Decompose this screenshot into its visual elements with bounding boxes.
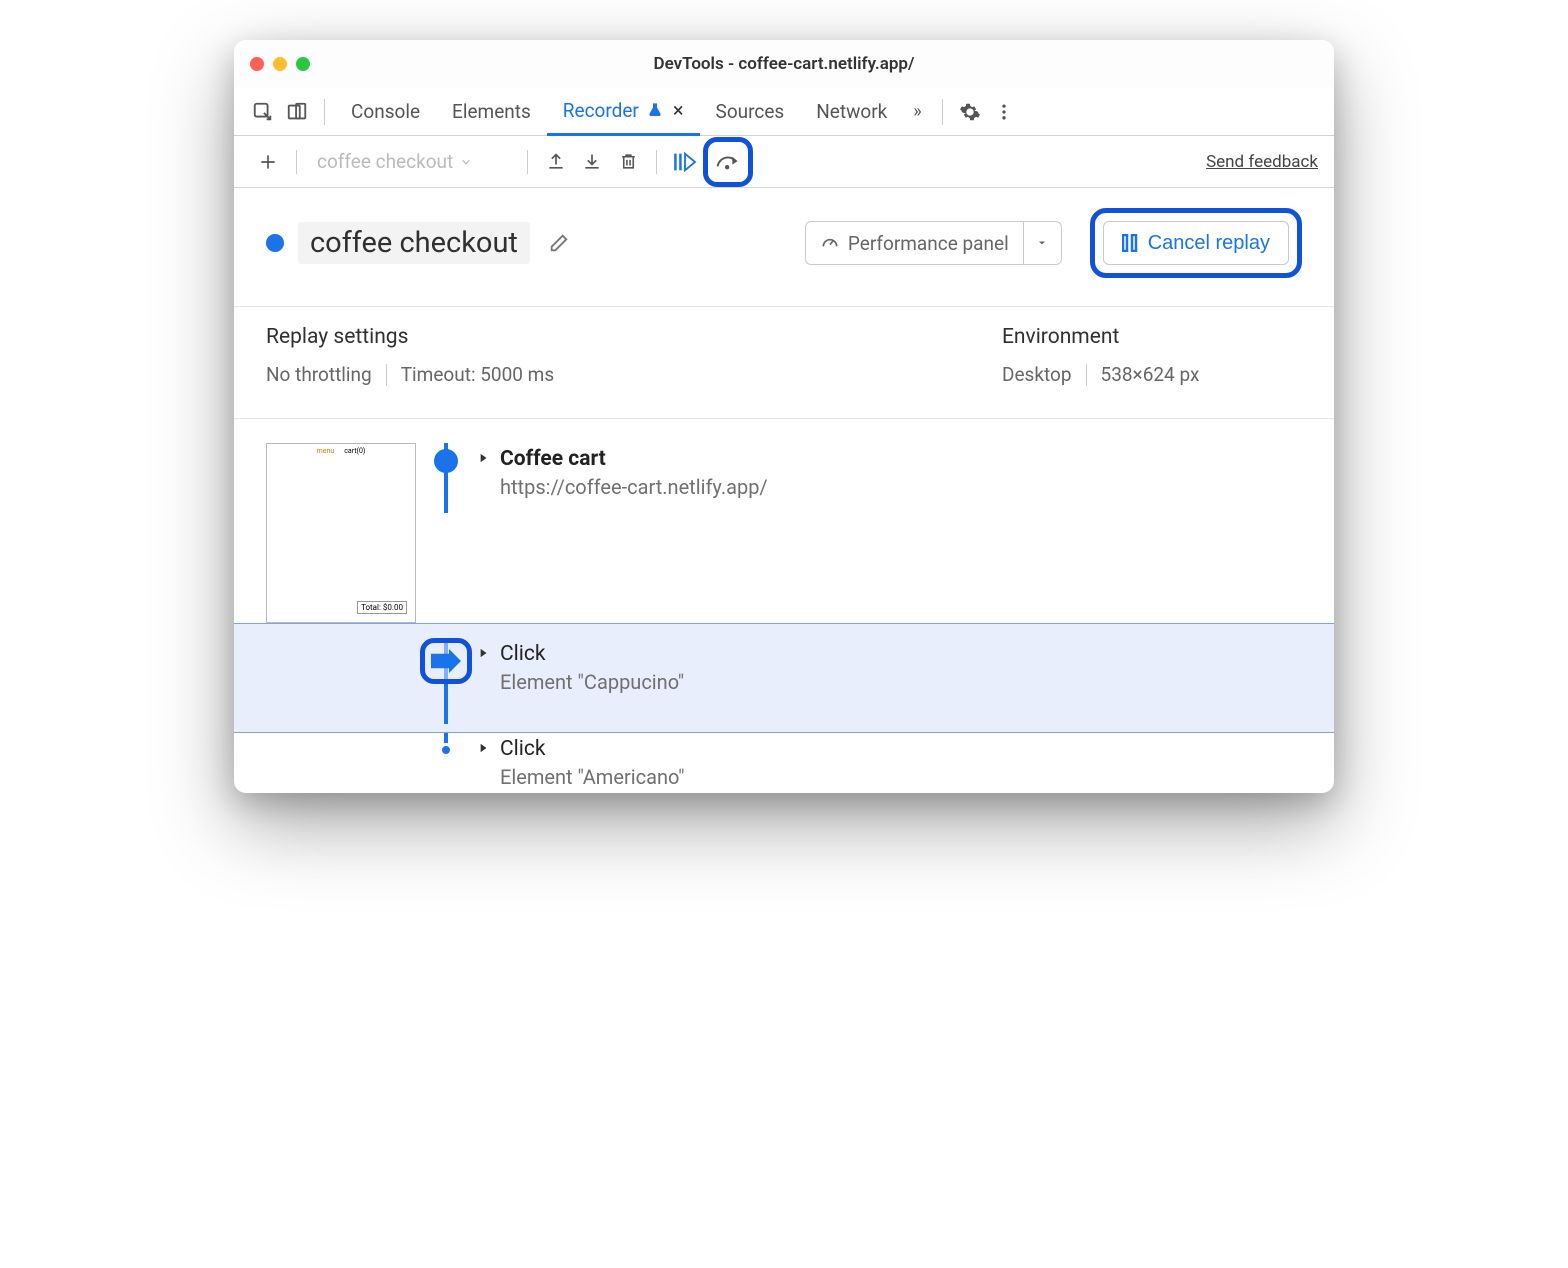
more-tabs-icon[interactable]: » (903, 101, 931, 122)
step-row[interactable]: Click Element "Americano" (266, 733, 1302, 793)
current-step-arrow-icon (431, 649, 461, 673)
recorder-toolbar: coffee checkout Send feedback (234, 136, 1334, 188)
current-step-highlight (420, 638, 472, 684)
chevron-down-icon[interactable] (1023, 222, 1061, 264)
expand-step-icon[interactable] (476, 451, 490, 465)
tab-recorder[interactable]: Recorder × (547, 88, 700, 136)
divider (296, 150, 297, 174)
step-over-highlight (703, 137, 753, 187)
flask-icon (647, 102, 663, 118)
tab-console[interactable]: Console (335, 88, 436, 136)
device-value: Desktop (1002, 363, 1072, 386)
gauge-icon (820, 233, 840, 253)
timeout-value[interactable]: Timeout: 5000 ms (401, 363, 554, 386)
devtools-window: DevTools - coffee-cart.netlify.app/ Cons… (234, 40, 1334, 793)
divider (656, 150, 657, 174)
divider (324, 99, 325, 125)
settings-gear-icon[interactable] (953, 95, 987, 129)
window-title: DevTools - coffee-cart.netlify.app/ (234, 54, 1334, 74)
device-toggle-icon[interactable] (280, 95, 314, 129)
step-subtitle: https://coffee-cart.netlify.app/ (500, 475, 768, 499)
panel-tabs: Console Elements Recorder × Sources Netw… (234, 88, 1334, 136)
recording-title[interactable]: coffee checkout (298, 222, 530, 264)
add-recording-icon[interactable] (250, 144, 286, 180)
tab-elements[interactable]: Elements (436, 88, 547, 136)
replay-settings-group: Replay settings No throttling Timeout: 5… (266, 325, 942, 386)
steps-list: menucart(0) Total: $0.00 Coffee cart htt… (234, 419, 1334, 793)
timeline-step-marker (439, 743, 453, 757)
throttling-value[interactable]: No throttling (266, 363, 372, 386)
export-icon[interactable] (538, 144, 574, 180)
expand-step-icon[interactable] (476, 741, 490, 755)
recording-status-dot (266, 234, 284, 252)
chevron-down-icon (459, 155, 473, 169)
replay-settings-heading: Replay settings (266, 325, 942, 349)
delete-icon[interactable] (610, 144, 646, 180)
minimize-window-button[interactable] (273, 57, 287, 71)
import-icon[interactable] (574, 144, 610, 180)
close-window-button[interactable] (250, 57, 264, 71)
inspect-element-icon[interactable] (246, 95, 280, 129)
step-row-current[interactable]: Click Element "Cappucino" (234, 623, 1334, 733)
step-title: Coffee cart (500, 447, 768, 471)
pause-icon (1122, 234, 1138, 252)
send-feedback-link[interactable]: Send feedback (1206, 152, 1318, 172)
divider (1086, 364, 1087, 386)
step-subtitle: Element "Americano" (500, 765, 684, 789)
step-play-icon[interactable] (667, 144, 703, 180)
divider (527, 150, 528, 174)
step-row[interactable]: menucart(0) Total: $0.00 Coffee cart htt… (266, 443, 1302, 623)
step-subtitle: Element "Cappucino" (500, 670, 684, 694)
expand-step-icon[interactable] (476, 646, 490, 660)
dimensions-value: 538×624 px (1101, 363, 1200, 386)
tab-network[interactable]: Network (800, 88, 903, 136)
traffic-lights (250, 57, 310, 71)
close-tab-icon[interactable]: × (673, 98, 684, 122)
titlebar: DevTools - coffee-cart.netlify.app/ (234, 40, 1334, 88)
environment-group: Environment Desktop 538×624 px (1002, 325, 1302, 386)
edit-title-icon[interactable] (548, 232, 570, 254)
step-over-icon[interactable] (710, 144, 746, 180)
cancel-replay-button[interactable]: Cancel replay (1103, 221, 1289, 265)
recording-select[interactable]: coffee checkout (307, 144, 517, 180)
tab-sources[interactable]: Sources (700, 88, 801, 136)
maximize-window-button[interactable] (296, 57, 310, 71)
step-title: Click (500, 737, 684, 761)
divider (386, 364, 387, 386)
divider (942, 99, 943, 125)
cancel-replay-highlight: Cancel replay (1090, 208, 1302, 278)
settings-section: Replay settings No throttling Timeout: 5… (234, 307, 1334, 419)
timeline-start-marker (434, 449, 458, 473)
environment-heading: Environment (1002, 325, 1302, 349)
more-menu-icon[interactable] (987, 95, 1021, 129)
step-thumbnail: menucart(0) Total: $0.00 (266, 443, 416, 623)
recording-header: coffee checkout Performance panel Cancel… (234, 188, 1334, 307)
step-title: Click (500, 642, 684, 666)
performance-panel-select[interactable]: Performance panel (805, 221, 1062, 265)
